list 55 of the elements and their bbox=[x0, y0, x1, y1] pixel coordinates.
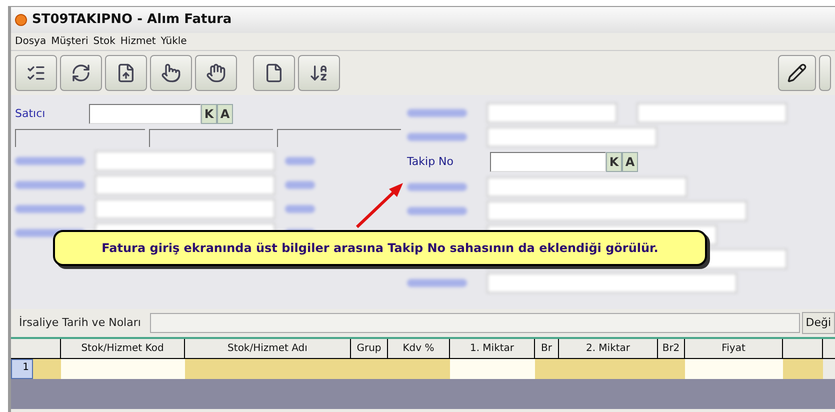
field-label: Takip No bbox=[407, 154, 455, 170]
blurred-label bbox=[285, 157, 315, 165]
blurred-label bbox=[15, 181, 85, 189]
app-logo-icon bbox=[15, 14, 27, 26]
document-icon bbox=[264, 63, 284, 83]
blurred-label bbox=[15, 157, 85, 165]
change-button[interactable]: Deği bbox=[802, 312, 835, 334]
column-header: Stok/Hizmet Adı bbox=[185, 339, 351, 358]
input-field[interactable] bbox=[89, 104, 201, 124]
blurred-label bbox=[407, 109, 467, 117]
blurred-label bbox=[285, 205, 315, 213]
blurred-label bbox=[407, 279, 467, 287]
refresh-icon bbox=[71, 63, 91, 83]
callout-tooltip: Fatura giriş ekranında üst bilgiler arasına Takip No sahasının da eklendiği görülür. bbox=[53, 230, 707, 266]
blurred-label bbox=[407, 183, 467, 191]
toolbar-button[interactable] bbox=[60, 55, 102, 91]
toolbar-button[interactable] bbox=[195, 55, 237, 91]
menu-item[interactable]: Yükle bbox=[160, 34, 187, 49]
input-field[interactable] bbox=[150, 313, 800, 333]
column-header: 1. Miktar bbox=[450, 339, 535, 358]
toolbar-button[interactable] bbox=[15, 55, 57, 91]
blurred-label bbox=[407, 207, 467, 215]
toolbar-button[interactable] bbox=[105, 55, 147, 91]
blurred-label bbox=[15, 205, 85, 213]
column-header: Grup bbox=[351, 339, 388, 358]
menu-item[interactable]: Hizmet bbox=[120, 34, 156, 49]
row-number: 1 bbox=[11, 359, 33, 379]
field-label: İrsaliye Tarih ve Noları bbox=[19, 314, 142, 331]
column-header: Kdv % bbox=[388, 339, 450, 358]
lookup-button[interactable]: K bbox=[201, 104, 217, 124]
toolbar-button[interactable] bbox=[298, 55, 340, 91]
blurred-label bbox=[407, 133, 467, 141]
pencil-icon bbox=[787, 63, 807, 83]
document-upload-icon bbox=[116, 63, 136, 83]
pointing-hand-icon bbox=[161, 63, 181, 83]
menu-item[interactable]: Dosya bbox=[15, 34, 46, 49]
input-field[interactable] bbox=[490, 152, 606, 172]
menu-item[interactable]: Stok bbox=[93, 34, 116, 49]
toolbar-button[interactable] bbox=[150, 55, 192, 91]
blurred-label bbox=[285, 181, 315, 189]
lookup-button[interactable]: K bbox=[606, 152, 622, 172]
column-header: Br2 bbox=[658, 339, 685, 358]
toolbar-button[interactable] bbox=[778, 55, 816, 91]
lookup-button[interactable]: A bbox=[622, 152, 638, 172]
menu-item[interactable]: Müşteri bbox=[51, 34, 88, 49]
field-label: Satıcı bbox=[15, 106, 46, 122]
column-header: Stok/Hizmet Kod bbox=[61, 339, 185, 358]
column-header: 2. Miktar bbox=[559, 339, 658, 358]
sort-az-icon bbox=[309, 63, 329, 83]
toolbar-button[interactable] bbox=[253, 55, 295, 91]
column-header: Fiyat bbox=[685, 339, 783, 358]
window-title: ST09TAKIPNO - Alım Fatura bbox=[32, 11, 232, 30]
hand-icon bbox=[206, 63, 226, 83]
lookup-button[interactable]: A bbox=[217, 104, 233, 124]
column-header: Br bbox=[535, 339, 559, 358]
